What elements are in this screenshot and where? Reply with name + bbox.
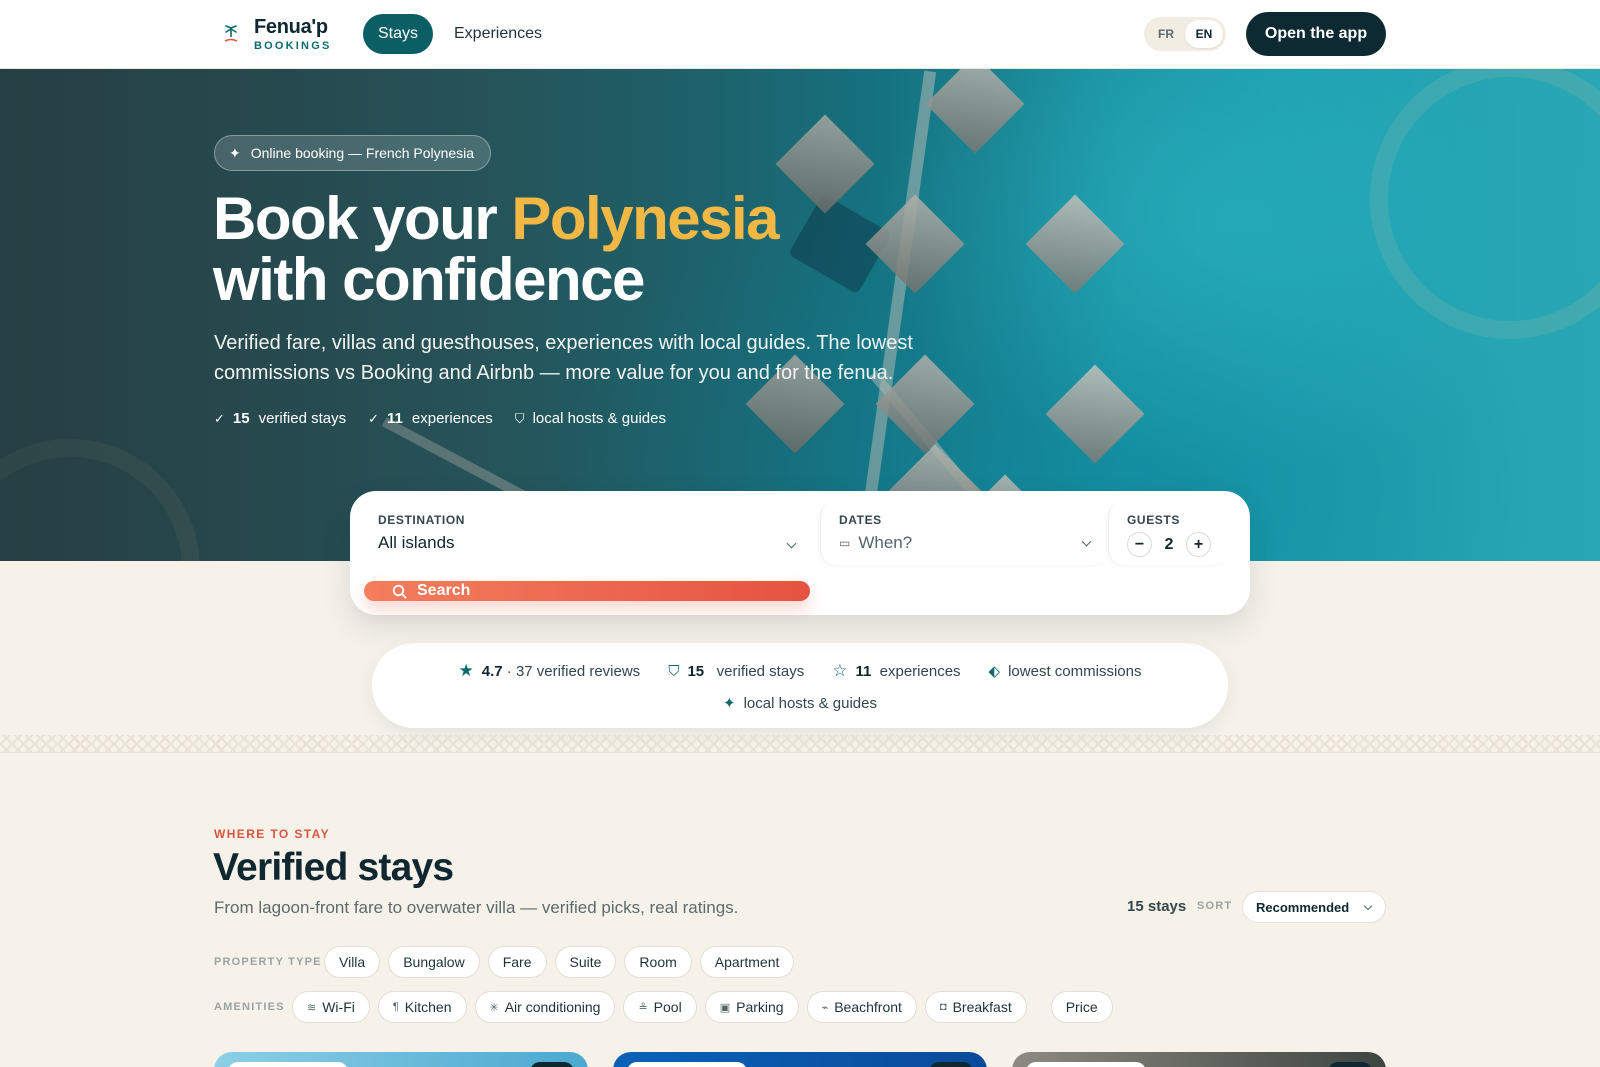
chip-parking[interactable]: ▣ Parking (704, 991, 799, 1023)
sort-select[interactable]: Recommended (1242, 891, 1386, 923)
trust-commissions: ⬖ lowest commissions (988, 662, 1142, 681)
pool-icon: ≗ (638, 1001, 648, 1014)
nav-tab-stays[interactable]: Stays (363, 14, 434, 54)
tag-icon: ⬖ (988, 663, 1001, 680)
chip-fare[interactable]: Fare (487, 946, 547, 978)
hero-lead: Verified fare, villas and guesthouses, e… (214, 332, 913, 384)
chip-price[interactable]: Price (1050, 991, 1113, 1023)
chip-kitchen[interactable]: ¶ Kitchen (377, 991, 467, 1023)
language-switch: FR EN (1144, 17, 1226, 51)
dates-picker[interactable]: DATES ▭ When? (820, 501, 1108, 565)
sort-label: SORT (1197, 900, 1233, 912)
brand-logo[interactable]: Fenua'p BOOKINGS (222, 16, 332, 52)
lang-en-button[interactable]: EN (1185, 20, 1223, 48)
chip-breakfast[interactable]: ◘ Breakfast (924, 991, 1027, 1023)
section-title: Verified stays (213, 846, 454, 889)
hero-stats: ✓ 15 verified stays ✓ 11 experiences ⛉ loc… (214, 410, 666, 427)
brand-sub: BOOKINGS (254, 40, 332, 52)
hero-title: Book your Polynesia with confidence (213, 185, 779, 313)
top-navbar: Fenua'p BOOKINGS Stays Experiences FR EN… (0, 0, 1600, 69)
utensils-icon: ¶ (392, 1001, 399, 1013)
trust-stays: ⛉ 15 verified stays (668, 662, 805, 680)
wifi-icon: ≋ (307, 1001, 317, 1014)
property-type-chips: Villa Bungalow Fare Suite Room Apartment (324, 946, 795, 978)
destination-select[interactable]: DESTINATION All islands (378, 513, 798, 553)
nav-tab-experiences[interactable]: Experiences (454, 14, 542, 54)
palm-logo-icon (222, 23, 240, 45)
sparkle-icon: ✦ (723, 695, 736, 712)
trust-experiences: ☆ 11 experiences (832, 661, 961, 680)
stay-card[interactable] (613, 1052, 987, 1067)
guests-stepper: GUESTS − 2 + (1108, 501, 1230, 565)
chip-beachfront[interactable]: ⌁ Beachfront (806, 991, 917, 1023)
trust-bar: ★ 4.7 · 37 verified reviews ⛉ 15 verifie… (372, 643, 1228, 728)
parking-icon: ▣ (719, 1001, 731, 1014)
section-subtitle: From lagoon-front fare to overwater vill… (214, 898, 739, 917)
decorative-divider (0, 735, 1600, 753)
trust-hosts: ✦ local hosts & guides (723, 694, 877, 713)
amenities-label: AMENITIES (214, 1001, 285, 1013)
lang-fr-button[interactable]: FR (1147, 20, 1185, 48)
search-button[interactable]: Search (364, 581, 810, 601)
section-eyebrow: WHERE TO STAY (214, 827, 330, 841)
hero-section: ✦ Online booking — French Polynesia Book… (0, 69, 1600, 561)
chevron-down-icon (1363, 901, 1373, 911)
chip-air-conditioning[interactable]: ✳ Air conditioning (474, 991, 616, 1023)
shield-icon: ⛉ (668, 662, 680, 680)
search-card: DESTINATION All islands DATES ▭ When? GU… (350, 491, 1250, 615)
open-app-button[interactable]: Open the app (1246, 12, 1386, 56)
chip-bungalow[interactable]: Bungalow (388, 946, 480, 978)
guests-minus-button[interactable]: − (1127, 532, 1152, 557)
chip-apartment[interactable]: Apartment (699, 946, 795, 978)
results-count: 15 stays (1127, 898, 1187, 915)
snowflake-icon: ✳ (489, 1001, 499, 1014)
amenity-chips: ≋ Wi-Fi ¶ Kitchen ✳ Air conditioning ≗ Pool … (292, 991, 1113, 1023)
guests-plus-button[interactable]: + (1186, 532, 1211, 557)
trust-rating: ★ 4.7 · 37 verified reviews (458, 661, 641, 680)
search-icon (392, 584, 407, 598)
stay-card[interactable] (1012, 1052, 1386, 1067)
hero-stat-stays: ✓ 15 verified stays (214, 410, 347, 427)
chip-suite[interactable]: Suite (554, 946, 617, 978)
star-outline-icon: ☆ (832, 661, 848, 680)
umbrella-icon: ⌁ (821, 1001, 829, 1014)
hero-stat-experiences: ✓ 11 experiences (368, 410, 493, 427)
check-icon: ✓ (368, 410, 380, 426)
chip-room[interactable]: Room (624, 946, 692, 978)
brand-name: Fenua'p (254, 16, 328, 38)
hero-badge: ✦ Online booking — French Polynesia (214, 135, 492, 171)
chip-wifi[interactable]: ≋ Wi-Fi (292, 991, 370, 1023)
sparkle-icon: ✦ (229, 144, 241, 161)
shield-icon: ⛉ (514, 410, 525, 426)
coffee-icon: ◘ (939, 1001, 947, 1013)
chip-villa[interactable]: Villa (324, 946, 381, 978)
stay-card[interactable] (214, 1052, 588, 1067)
chip-pool[interactable]: ≗ Pool (623, 991, 697, 1023)
star-icon: ★ (458, 661, 474, 680)
chevron-down-icon (1081, 536, 1092, 547)
calendar-icon: ▭ (839, 536, 851, 550)
property-type-label: PROPERTY TYPE (214, 956, 322, 968)
guests-count: 2 (1164, 535, 1174, 553)
check-icon: ✓ (214, 410, 225, 426)
hero-stat-hosts: ⛉ local hosts & guides (514, 410, 666, 427)
